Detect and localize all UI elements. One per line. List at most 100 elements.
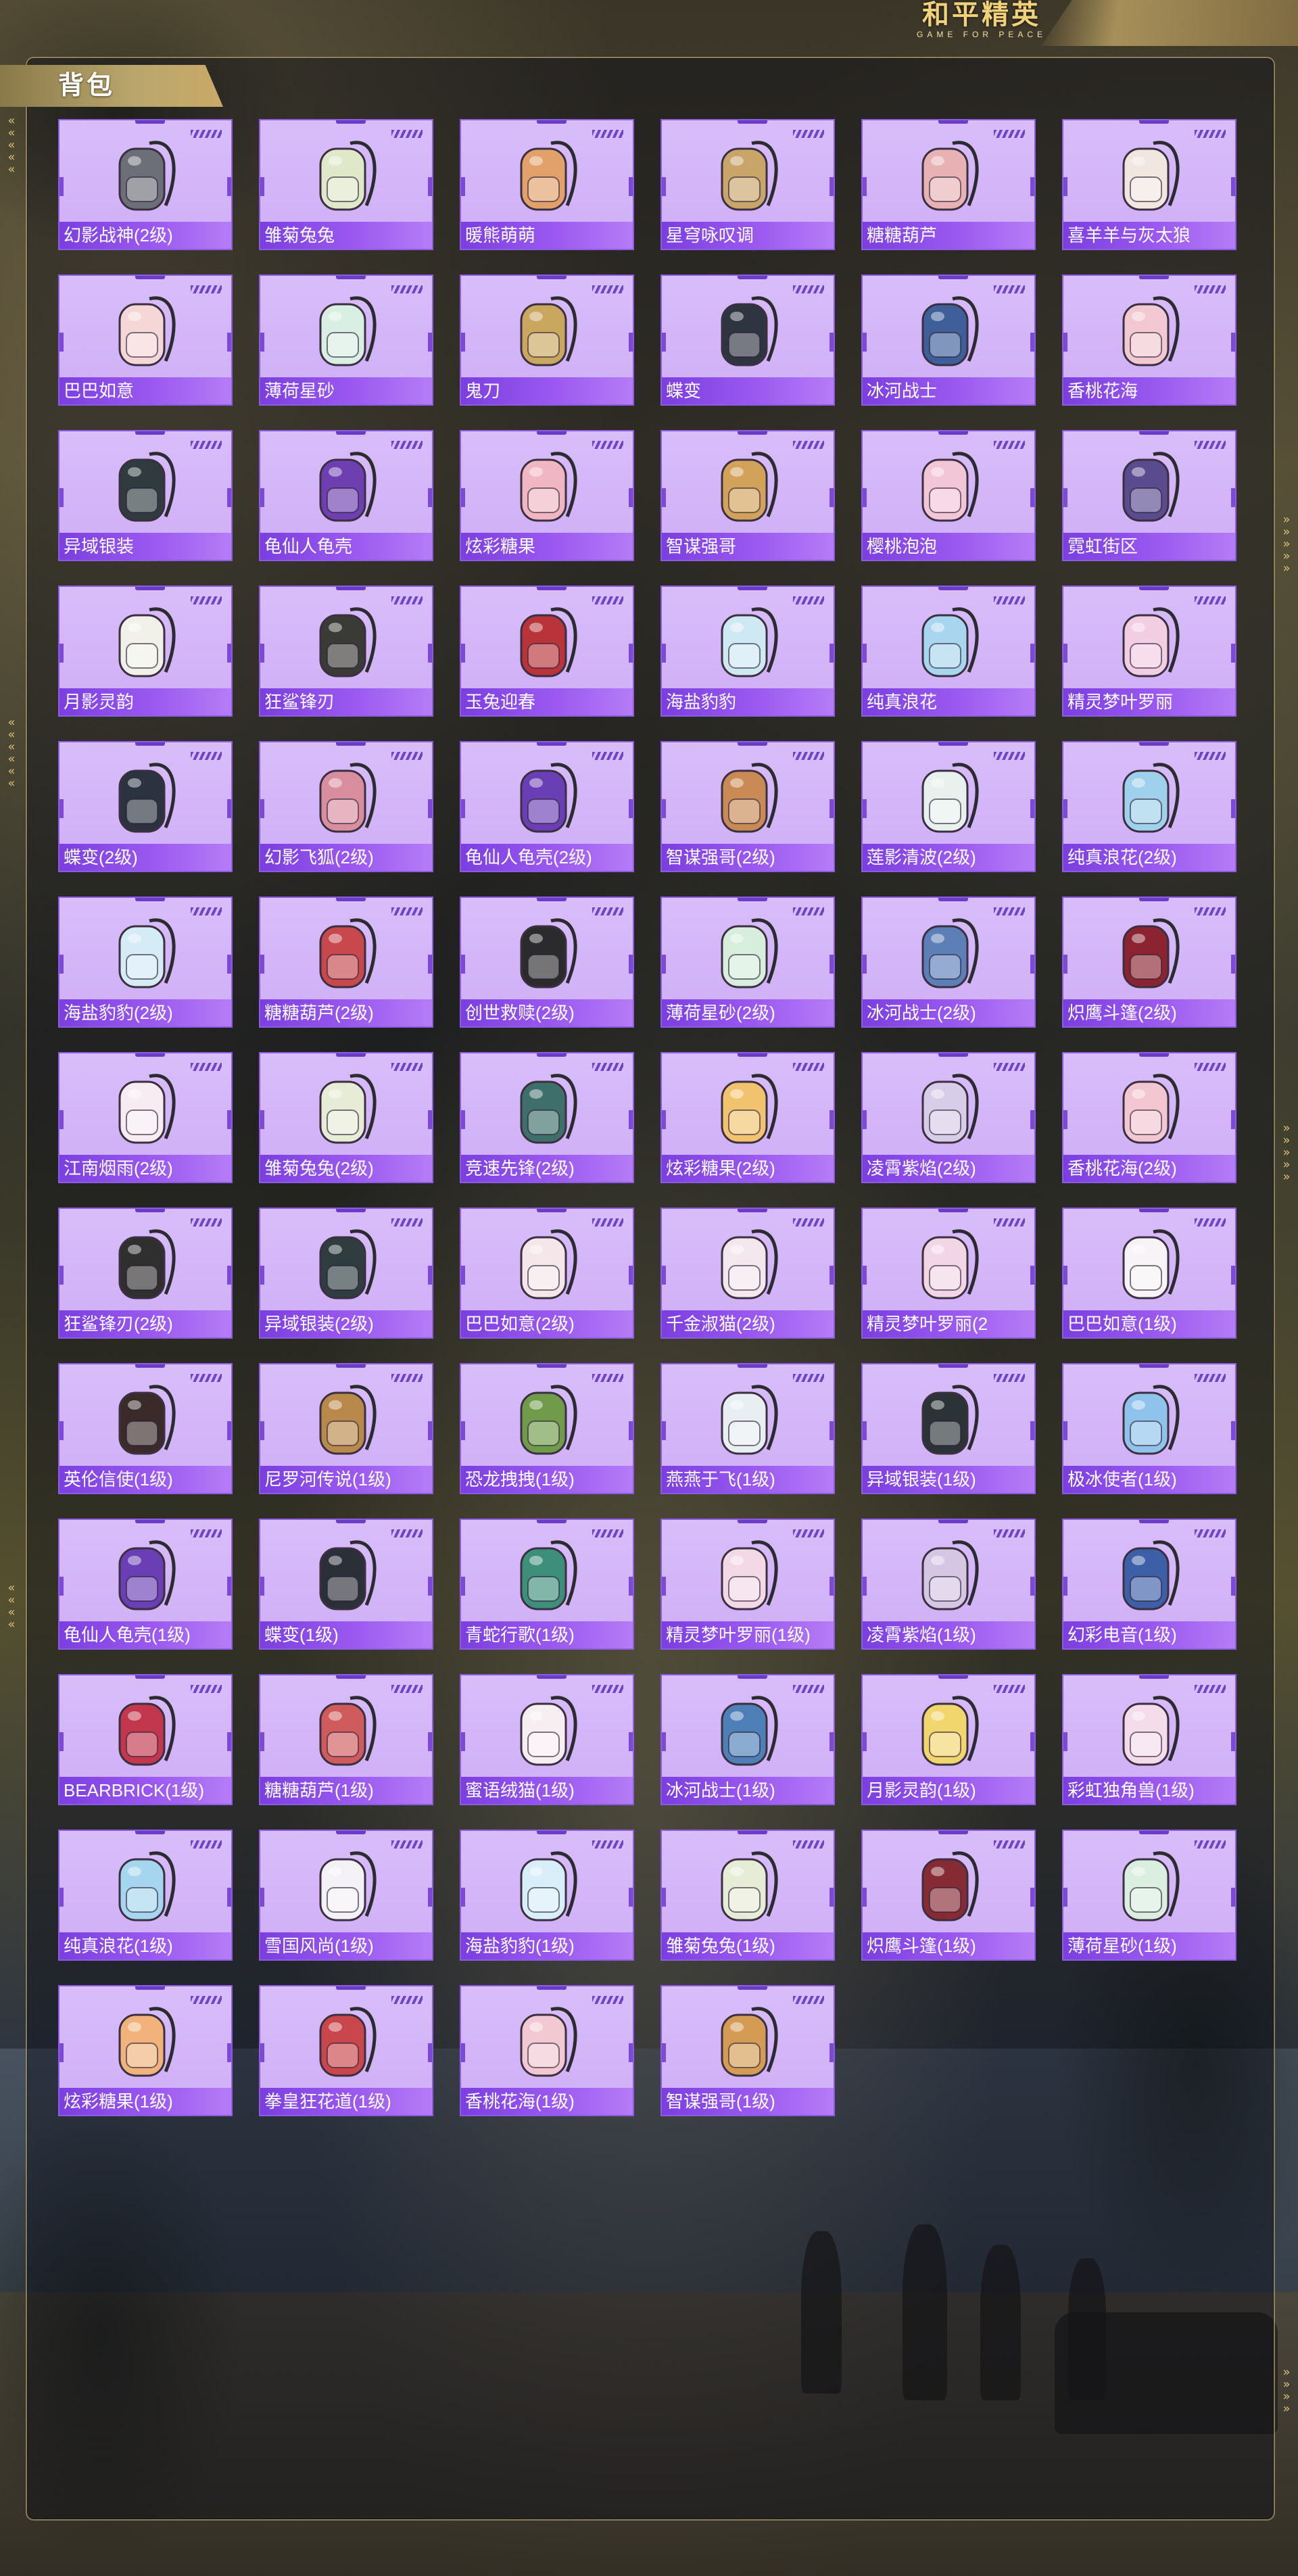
backpack-item-card[interactable]: 糖糖葫芦(1级) (259, 1674, 433, 1805)
backpack-item-card[interactable]: 恐龙拽拽(1级) (460, 1363, 634, 1494)
rarity-stripes-icon (994, 907, 1025, 915)
backpack-item-card[interactable]: 精灵梦叶罗丽(2 (861, 1208, 1036, 1339)
backpack-item-card[interactable]: 巴巴如意 (58, 275, 233, 406)
rarity-stripes-icon (1195, 596, 1226, 604)
card-notch (830, 2043, 834, 2062)
backpack-item-card[interactable]: 香桃花海 (1062, 275, 1236, 406)
backpack-item-card[interactable]: 蜜语绒猫(1级) (460, 1674, 634, 1805)
backpack-icon (1122, 452, 1180, 522)
backpack-item-card[interactable]: 青蛇行歌(1级) (460, 1519, 634, 1650)
backpack-item-card[interactable]: 鬼刀 (460, 275, 634, 406)
backpack-item-card[interactable]: 精灵梦叶罗丽(1级) (660, 1519, 835, 1650)
card-notch (1063, 1110, 1067, 1129)
card-notch (1231, 1110, 1235, 1129)
backpack-item-card[interactable]: 异域银装(2级) (259, 1208, 433, 1339)
card-notch (629, 644, 633, 663)
backpack-item-card[interactable]: 江南烟雨(2级) (58, 1052, 233, 1183)
card-notch (260, 488, 264, 507)
backpack-item-card[interactable]: 香桃花海(2级) (1062, 1052, 1236, 1183)
backpack-item-card[interactable]: 雪国风尚(1级) (259, 1830, 433, 1961)
card-notch (830, 488, 834, 507)
backpack-item-card[interactable]: 蝶变(2级) (58, 741, 233, 872)
card-notch (863, 333, 867, 352)
backpack-item-card[interactable]: 冰河战士(1级) (660, 1674, 835, 1805)
backpack-item-card[interactable]: 炫彩糖果(1级) (58, 1985, 233, 2116)
backpack-icon (1122, 1696, 1180, 1766)
backpack-item-card[interactable]: 千金淑猫(2级) (660, 1208, 835, 1339)
backpack-item-card[interactable]: 冰河战士 (861, 275, 1036, 406)
backpack-item-card[interactable]: 狂鲨锋刃 (259, 586, 433, 717)
backpack-item-card[interactable]: 狂鲨锋刃(2级) (58, 1208, 233, 1339)
backpack-item-card[interactable]: 雏菊兔兔(2级) (259, 1052, 433, 1183)
backpack-icon (721, 2007, 778, 2077)
backpack-item-card[interactable]: 纯真浪花 (861, 586, 1036, 717)
card-notch (59, 1266, 64, 1285)
backpack-item-card[interactable]: 极冰使者(1级) (1062, 1363, 1236, 1494)
card-top-marker (938, 276, 968, 279)
backpack-item-card[interactable]: 异域银装(1级) (861, 1363, 1036, 1494)
backpack-icon (1122, 1385, 1180, 1455)
backpack-item-card[interactable]: 幻影战神(2级) (58, 119, 233, 250)
backpack-item-card[interactable]: 尼罗河传说(1级) (259, 1363, 433, 1494)
card-notch (461, 1421, 465, 1440)
backpack-item-card[interactable]: 精灵梦叶罗丽 (1062, 586, 1236, 717)
backpack-item-card[interactable]: 糖糖葫芦 (861, 119, 1036, 250)
backpack-item-card[interactable]: 炫彩糖果(2级) (660, 1052, 835, 1183)
backpack-item-card[interactable]: 炽鹰斗篷(2级) (1062, 897, 1236, 1028)
backpack-item-card[interactable]: 巴巴如意(1级) (1062, 1208, 1236, 1339)
backpack-item-card[interactable]: 纯真浪花(2级) (1062, 741, 1236, 872)
backpack-item-card[interactable]: 月影灵韵(1级) (861, 1674, 1036, 1805)
backpack-item-card[interactable]: 幻彩电音(1级) (1062, 1519, 1236, 1650)
backpack-item-card[interactable]: 彩虹独角兽(1级) (1062, 1674, 1236, 1805)
backpack-item-card[interactable]: 巴巴如意(2级) (460, 1208, 634, 1339)
backpack-item-card[interactable]: 纯真浪花(1级) (58, 1830, 233, 1961)
card-top-marker (135, 431, 165, 435)
backpack-item-card[interactable]: 海盐豹豹(2级) (58, 897, 233, 1028)
backpack-item-card[interactable]: 月影灵韵 (58, 586, 233, 717)
card-notch (629, 1266, 633, 1285)
backpack-item-card[interactable]: 创世救赎(2级) (460, 897, 634, 1028)
backpack-item-card[interactable]: 莲影清波(2级) (861, 741, 1036, 872)
backpack-icon (118, 1074, 176, 1144)
backpack-item-card[interactable]: 雏菊兔兔(1级) (660, 1830, 835, 1961)
backpack-item-card[interactable]: BEARBRICK(1级) (58, 1674, 233, 1805)
backpack-item-card[interactable]: 冰河战士(2级) (861, 897, 1036, 1028)
backpack-item-card[interactable]: 龟仙人龟壳 (259, 430, 433, 561)
backpack-item-card[interactable]: 暖熊萌萌 (460, 119, 634, 250)
backpack-item-card[interactable]: 薄荷星砂 (259, 275, 433, 406)
backpack-item-card[interactable]: 幻影飞狐(2级) (259, 741, 433, 872)
backpack-item-card[interactable]: 凌霄紫焰(1级) (861, 1519, 1036, 1650)
backpack-item-card[interactable]: 香桃花海(1级) (460, 1985, 634, 2116)
backpack-item-card[interactable]: 异域银装 (58, 430, 233, 561)
backpack-item-card[interactable]: 智谋强哥(1级) (660, 1985, 835, 2116)
backpack-item-card[interactable]: 智谋强哥(2级) (660, 741, 835, 872)
backpack-item-card[interactable]: 喜羊羊与灰太狼 (1062, 119, 1236, 250)
backpack-item-card[interactable]: 玉兔迎春 (460, 586, 634, 717)
backpack-item-card[interactable]: 薄荷星砂(2级) (660, 897, 835, 1028)
backpack-item-card[interactable]: 蝶变 (660, 275, 835, 406)
backpack-item-card[interactable]: 霓虹街区 (1062, 430, 1236, 561)
backpack-item-card[interactable]: 雏菊兔兔 (259, 119, 433, 250)
backpack-item-name: 智谋强哥(1级) (662, 2088, 834, 2115)
backpack-item-card[interactable]: 海盐豹豹(1级) (460, 1830, 634, 1961)
rarity-stripes-icon (391, 1374, 423, 1382)
backpack-item-card[interactable]: 薄荷星砂(1级) (1062, 1830, 1236, 1961)
backpack-item-card[interactable]: 海盐豹豹 (660, 586, 835, 717)
backpack-item-card[interactable]: 蝶变(1级) (259, 1519, 433, 1650)
backpack-item-card[interactable]: 燕燕于飞(1级) (660, 1363, 835, 1494)
backpack-item-card[interactable]: 炫彩糖果 (460, 430, 634, 561)
backpack-item-card[interactable]: 凌霄紫焰(2级) (861, 1052, 1036, 1183)
backpack-item-card[interactable]: 英伦信使(1级) (58, 1363, 233, 1494)
backpack-item-card[interactable]: 智谋强哥 (660, 430, 835, 561)
backpack-item-card[interactable]: 星穹咏叹调 (660, 119, 835, 250)
backpack-item-card[interactable]: 拳皇狂花道(1级) (259, 1985, 433, 2116)
backpack-item-card[interactable]: 炽鹰斗篷(1级) (861, 1830, 1036, 1961)
backpack-item-name: 香桃花海 (1063, 377, 1235, 404)
backpack-item-card[interactable]: 龟仙人龟壳(1级) (58, 1519, 233, 1650)
backpack-item-card[interactable]: 糖糖葫芦(2级) (259, 897, 433, 1028)
backpack-item-card[interactable]: 龟仙人龟壳(2级) (460, 741, 634, 872)
backpack-item-card[interactable]: 樱桃泡泡 (861, 430, 1036, 561)
backpack-item-card[interactable]: 竞速先锋(2级) (460, 1052, 634, 1183)
rarity-stripes-icon (793, 1063, 824, 1071)
backpack-icon (921, 1229, 979, 1299)
